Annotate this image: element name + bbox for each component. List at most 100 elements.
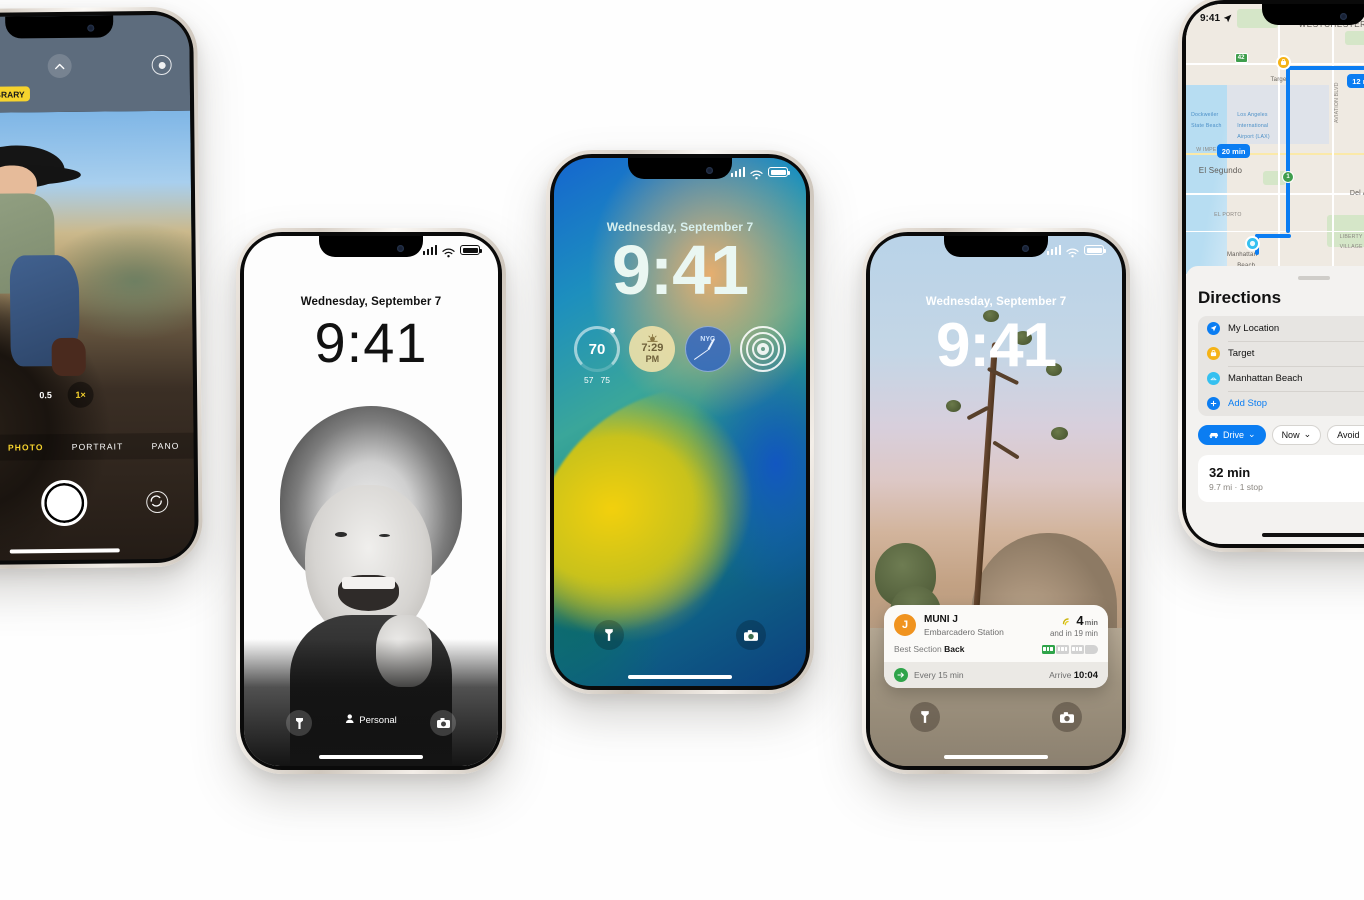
sheet-grabber[interactable] xyxy=(1298,275,1330,280)
widget-activity-rings[interactable] xyxy=(739,326,786,372)
road-aviation-blvd xyxy=(1331,4,1334,274)
zoom-1x[interactable]: 1× xyxy=(67,381,94,408)
option-avoid[interactable]: Avoid ⌄ xyxy=(1327,424,1364,445)
battery-icon xyxy=(768,167,790,177)
subject-eye-left xyxy=(335,532,347,538)
directions-sheet: Directions My Location Target Manhattan … xyxy=(1186,265,1364,544)
widget-weather[interactable]: 70 57 75 xyxy=(574,326,620,385)
camera-viewfinder xyxy=(0,110,195,562)
flashlight-icon[interactable] xyxy=(910,702,940,732)
status-bar-time: 9:41 xyxy=(1200,13,1232,24)
car-icon xyxy=(1208,431,1219,439)
stop-target[interactable]: Target xyxy=(1198,340,1364,366)
camera-flip-icon[interactable] xyxy=(146,490,169,514)
widget-world-clock[interactable]: NYC xyxy=(684,326,731,372)
map-pin-destination[interactable] xyxy=(1244,236,1260,252)
bottom-scrim xyxy=(244,638,498,766)
front-camera-icon xyxy=(397,244,405,252)
option-drive[interactable]: Drive ⌄ xyxy=(1198,424,1266,445)
transit-next-arrival: and in 19 min xyxy=(1049,628,1098,638)
battery-icon xyxy=(1084,245,1106,255)
subject-eye-right xyxy=(378,534,391,538)
option-now[interactable]: Now ⌄ xyxy=(1271,424,1322,445)
live-activity-card[interactable]: J MUNI J Embarcadero Station 4min and in… xyxy=(884,604,1108,688)
map-label: Del Aire xyxy=(1349,190,1364,198)
temp-range: 57 75 xyxy=(584,375,610,385)
stop-my-location[interactable]: My Location xyxy=(1198,316,1364,341)
map-label: VILLAGE xyxy=(1339,244,1363,251)
chevron-up-icon[interactable] xyxy=(47,53,72,79)
option-label: Now xyxy=(1281,429,1300,440)
phone-screen: Wednesday, September 7 9:41 70 57 75 7:2… xyxy=(554,158,806,686)
mode-photo[interactable]: PHOTO xyxy=(8,442,44,452)
status-time: 9:41 xyxy=(1200,13,1221,24)
home-indicator[interactable] xyxy=(628,674,732,679)
device-lockscreen-portrait: Wednesday, September 7 9:41 Personal xyxy=(236,228,506,774)
home-indicator[interactable] xyxy=(944,754,1048,759)
live-activity-header: J MUNI J Embarcadero Station 4min and in… xyxy=(884,605,1108,644)
map-pin-target[interactable] xyxy=(1275,55,1291,71)
stop-label: Target xyxy=(1228,347,1255,359)
child-subject xyxy=(0,129,105,381)
phone-screen: Wednesday, September 7 9:41 Personal xyxy=(244,236,498,766)
chevron-down-icon: ⌄ xyxy=(1303,429,1312,440)
shared-library-badge[interactable]: SHARED LIBRARY xyxy=(0,86,30,103)
train-occupancy xyxy=(1041,644,1098,654)
mode-portrait[interactable]: PORTRAIT xyxy=(72,441,124,452)
best-section-value: Back xyxy=(944,644,965,654)
transit-route: MUNI J xyxy=(924,613,958,625)
home-indicator[interactable] xyxy=(1262,532,1364,537)
focus-status[interactable]: Personal xyxy=(345,714,397,726)
camera-icon[interactable] xyxy=(1052,702,1082,732)
stop-manhattan-beach[interactable]: Manhattan Beach xyxy=(1198,365,1364,391)
flashlight-icon[interactable] xyxy=(286,710,312,736)
widget-row: 70 57 75 7:29 PM NYC xyxy=(574,326,786,385)
widget-sunset[interactable]: 7:29 PM xyxy=(629,326,676,372)
zoom-control[interactable]: 0.5 1× xyxy=(32,381,94,409)
mode-pano[interactable]: PANO xyxy=(152,441,180,451)
route-time-chip[interactable]: 12 min xyxy=(1347,74,1364,89)
stops-list: My Location Target Manhattan Beach Add S… xyxy=(1198,315,1364,416)
camera-icon[interactable] xyxy=(736,620,766,650)
arrive-time: 10:04 xyxy=(1073,669,1098,681)
transit-station: Embarcadero Station xyxy=(924,626,1004,637)
live-activity-section-row: Best Section Back xyxy=(884,644,1108,662)
transit-eta-value: 4 xyxy=(1076,612,1084,628)
route-result-card[interactable]: 32 min 9.7 mi · 1 stop xyxy=(1198,454,1364,502)
stop-add[interactable]: Add Stop xyxy=(1198,390,1364,416)
clock-minute-hand xyxy=(693,349,709,361)
map-label: Airport (LAX) xyxy=(1237,133,1270,140)
train-car xyxy=(1056,644,1069,654)
flashlight-icon[interactable] xyxy=(594,620,624,650)
lock-date: Wednesday, September 7 xyxy=(925,296,1067,308)
home-indicator[interactable] xyxy=(319,754,423,759)
camera-icon[interactable] xyxy=(430,710,456,736)
map-canvas[interactable]: 1 42 12 min 20 min WESTCHESTER Target Do… xyxy=(1186,4,1364,274)
route-options: Drive ⌄ Now ⌄ Avoid ⌄ xyxy=(1198,424,1364,445)
map-label: El Segundo xyxy=(1198,166,1243,175)
battery-icon xyxy=(460,245,482,255)
camera-mode-selector[interactable]: VIDEO PHOTO PORTRAIT PANO xyxy=(0,432,194,462)
best-section-label: Best Section xyxy=(894,644,942,654)
tree-tuft xyxy=(945,400,961,413)
live-photo-target-icon[interactable] xyxy=(151,54,172,76)
map-label: EL PORTO xyxy=(1214,211,1242,218)
device-lockscreen-widgets: Wednesday, September 7 9:41 70 57 75 7:2… xyxy=(546,150,814,694)
lock-date: Wednesday, September 7 xyxy=(300,296,442,308)
route-time-chip[interactable]: 20 min xyxy=(1216,144,1251,159)
location-arrow-icon xyxy=(1207,321,1220,335)
front-camera-icon xyxy=(1340,12,1348,20)
shutter-button[interactable] xyxy=(41,479,88,527)
zoom-0.5x[interactable]: 0.5 xyxy=(32,382,58,408)
cellular-signal-icon xyxy=(422,245,437,255)
stop-label: My Location xyxy=(1228,322,1280,334)
arrive-label: Arrive xyxy=(1049,669,1072,680)
train-car xyxy=(1041,644,1055,654)
sunset-icon xyxy=(647,334,658,342)
option-label: Avoid xyxy=(1337,429,1360,440)
lock-time: 9:41 xyxy=(611,231,749,309)
device-camera: SHARED LIBRARY 0.5 1× VIDEO PHOTO PORTRA… xyxy=(0,6,203,570)
transit-line-badge: J xyxy=(894,613,916,636)
map-label: Dockweiler xyxy=(1191,112,1219,118)
option-label: Drive xyxy=(1223,429,1245,440)
